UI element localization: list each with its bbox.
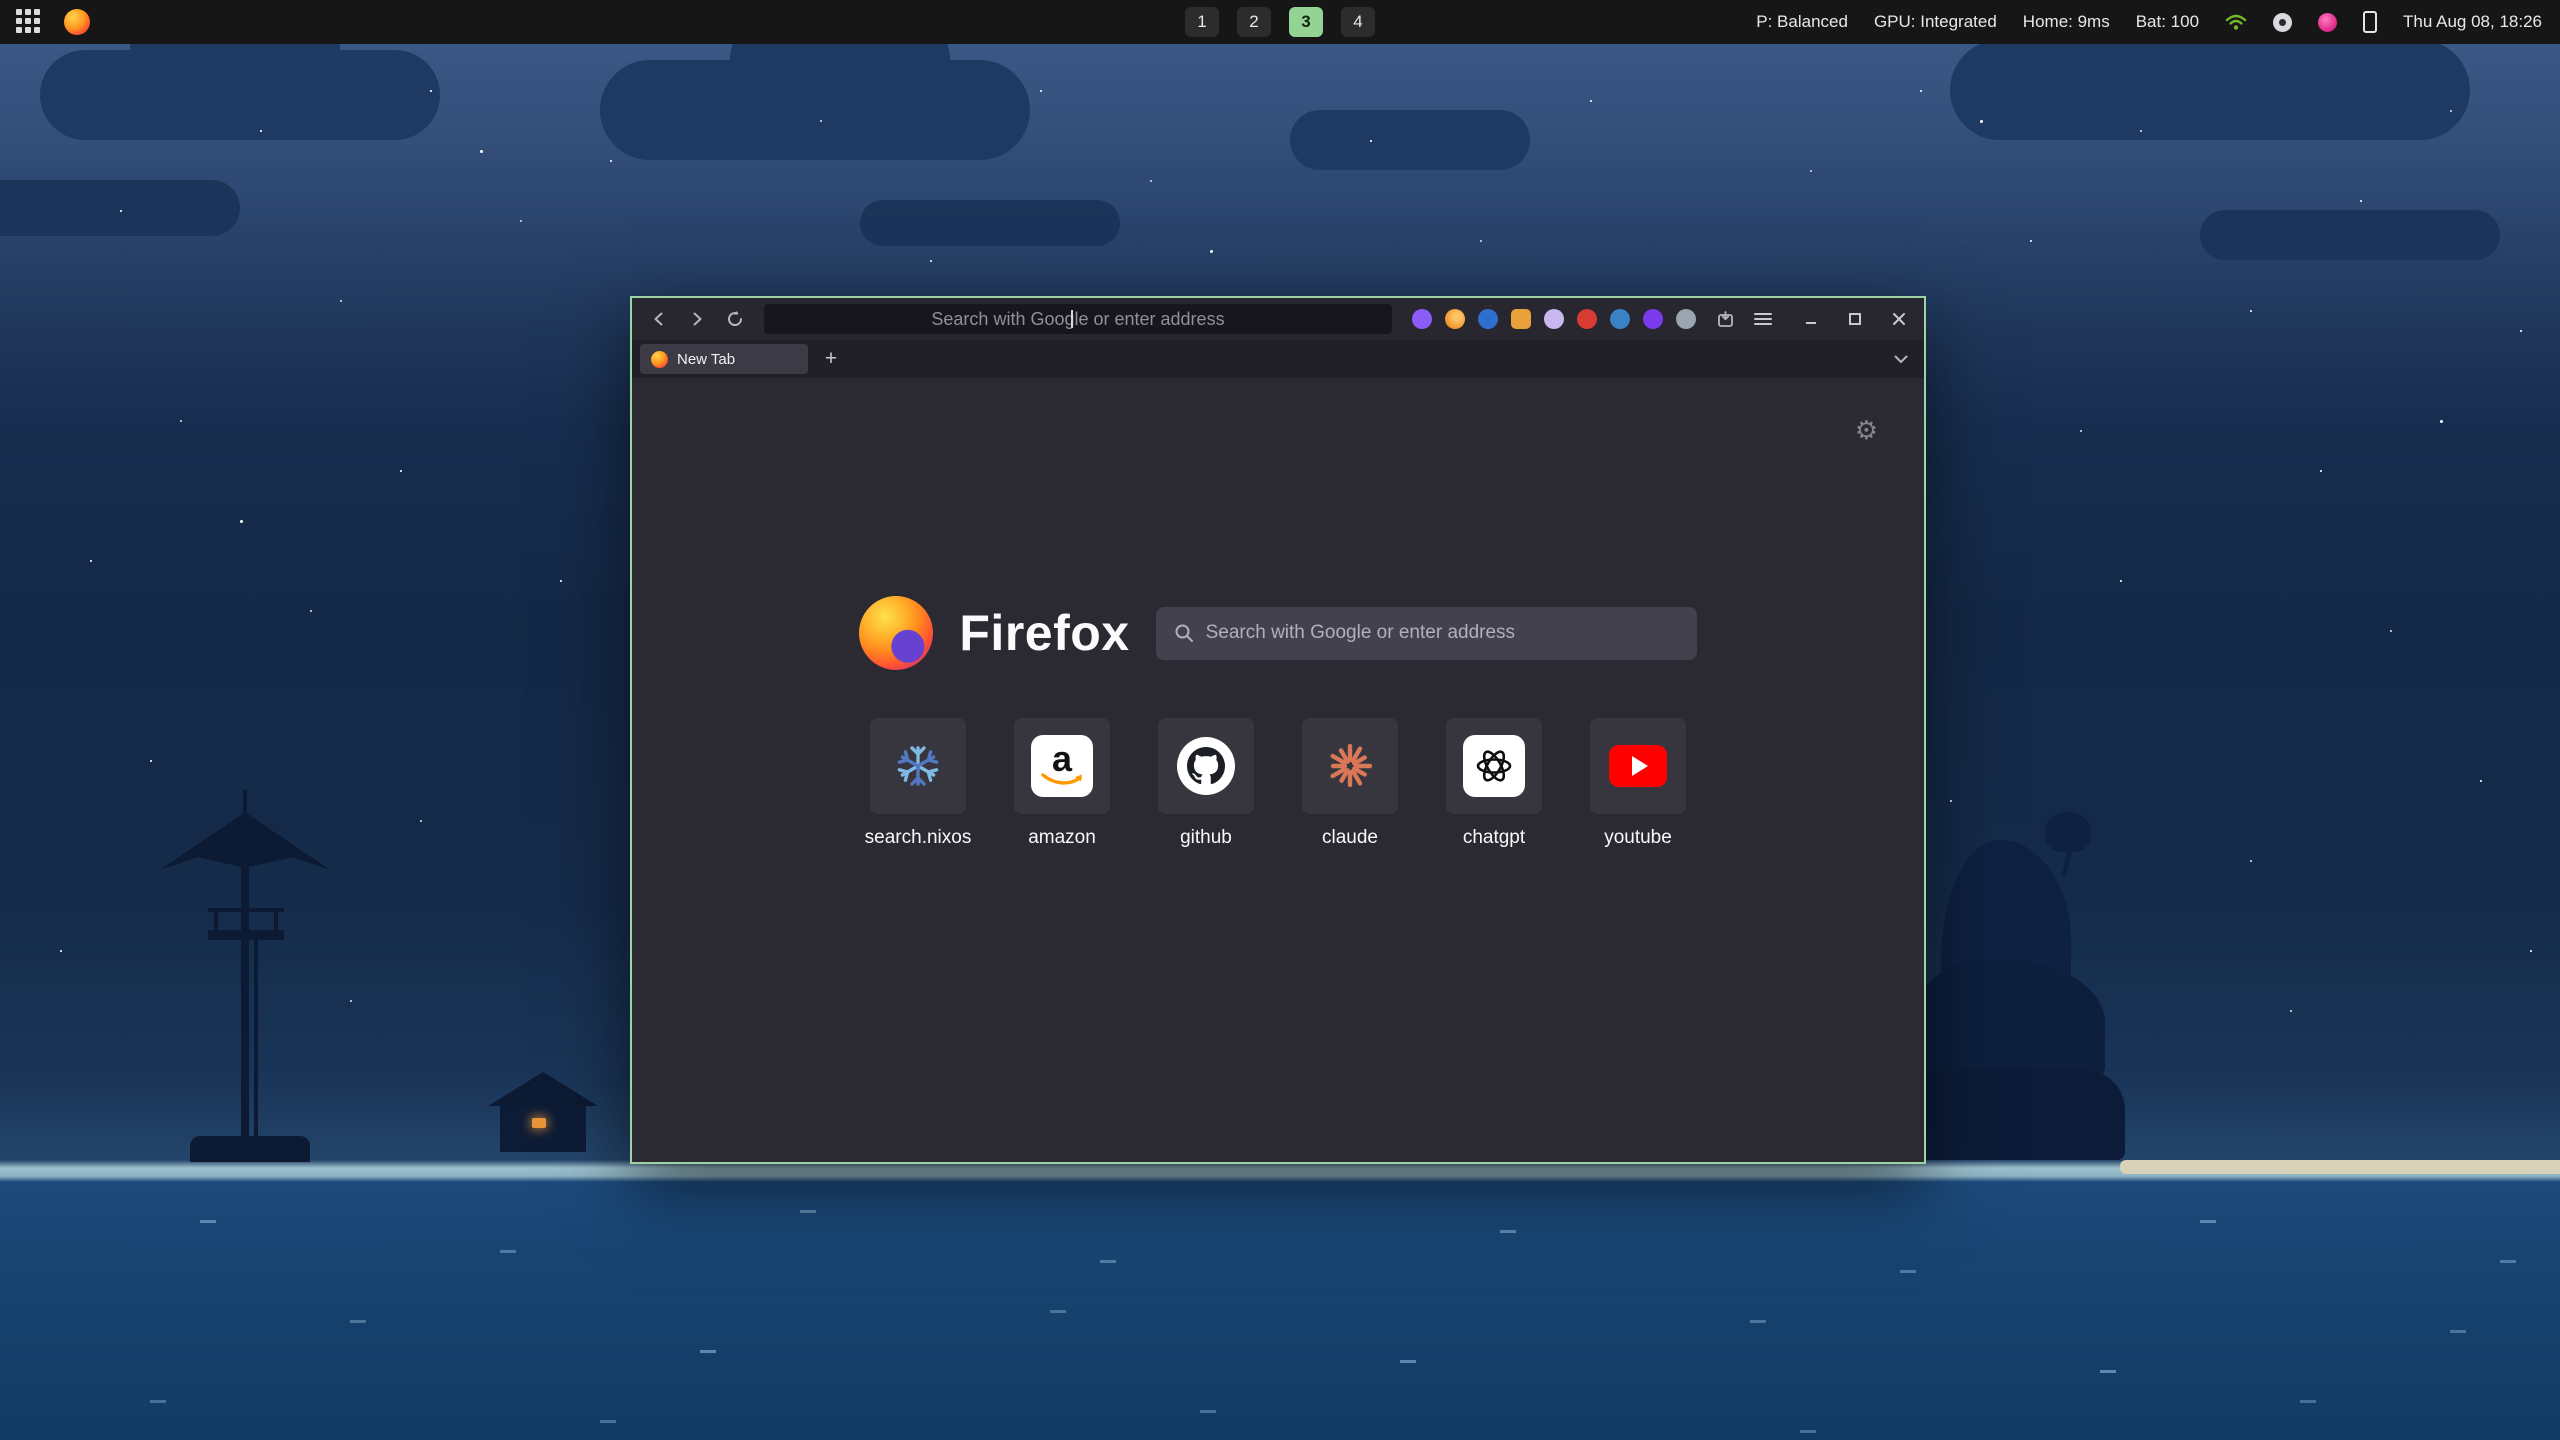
- reload-button[interactable]: [720, 304, 750, 334]
- wifi-icon[interactable]: [2225, 13, 2247, 31]
- latency-status: Home: 9ms: [2023, 12, 2110, 32]
- tile-label: search.nixos: [865, 827, 972, 849]
- close-button[interactable]: [1886, 306, 1912, 332]
- clock: Thu Aug 08, 18:26: [2403, 12, 2542, 32]
- navigation-toolbar: Search with Google or enter address: [632, 298, 1924, 340]
- extension-violet-icon[interactable]: [1643, 309, 1663, 329]
- newtab-search-input[interactable]: [1206, 622, 1679, 644]
- newtab-page: ⚙ Firefox: [632, 378, 1924, 1162]
- new-tab-button[interactable]: +: [816, 344, 846, 374]
- hut-lamp: [532, 1118, 546, 1128]
- shortcut-youtube[interactable]: youtube: [1590, 718, 1686, 849]
- hut-silhouette: [488, 1072, 598, 1152]
- claude-starburst-icon: [1325, 741, 1375, 791]
- amazon-icon: a: [1031, 735, 1093, 797]
- workspace-2[interactable]: 2: [1237, 7, 1271, 37]
- back-button[interactable]: [644, 304, 674, 334]
- tile-label: claude: [1322, 827, 1378, 849]
- chatgpt-knot-icon: [1463, 735, 1525, 797]
- cloud: [860, 200, 1120, 246]
- forward-button[interactable]: [682, 304, 712, 334]
- extension-lavender-icon[interactable]: [1544, 309, 1564, 329]
- cloud: [600, 60, 1030, 160]
- firefox-dock-icon[interactable]: [64, 9, 90, 35]
- cloud: [1950, 40, 2470, 140]
- firefox-favicon: [651, 351, 668, 368]
- address-bar[interactable]: Search with Google or enter address: [764, 304, 1392, 334]
- extension-toolbar: [1406, 309, 1702, 329]
- newtab-hero: Firefox: [632, 596, 1924, 670]
- list-all-tabs-chevron-icon[interactable]: [1886, 344, 1916, 374]
- tile-label: github: [1180, 827, 1232, 849]
- extension-purple-icon[interactable]: [1412, 309, 1432, 329]
- battery-status: Bat: 100: [2136, 12, 2199, 32]
- newtab-search-bar[interactable]: [1156, 607, 1697, 660]
- rock-island-silhouette: [1895, 840, 2125, 1160]
- shortcut-github[interactable]: github: [1158, 718, 1254, 849]
- cloud: [2200, 210, 2500, 260]
- tab-label: New Tab: [677, 351, 735, 368]
- shortcut-amazon[interactable]: a amazon: [1014, 718, 1110, 849]
- shortcut-claude[interactable]: claude: [1302, 718, 1398, 849]
- cloud: [40, 50, 440, 140]
- personalize-gear-icon[interactable]: ⚙: [1855, 416, 1878, 446]
- youtube-play-icon: [1609, 745, 1667, 787]
- firefox-wordmark: Firefox: [959, 604, 1129, 662]
- firefox-logo: [859, 596, 933, 670]
- tab-new-tab[interactable]: New Tab: [640, 344, 808, 374]
- text-caret: [1071, 310, 1073, 328]
- address-bar-placeholder: Search with Google or enter address: [931, 309, 1224, 330]
- cloud: [0, 180, 240, 236]
- cloud: [1290, 110, 1530, 170]
- app-launcher-button[interactable]: [16, 9, 42, 35]
- extension-red-icon[interactable]: [1577, 309, 1597, 329]
- search-icon: [1174, 623, 1194, 643]
- tile-label: amazon: [1028, 827, 1096, 849]
- window-controls: [1786, 306, 1912, 332]
- top-bar: 1 2 3 4 P: Balanced GPU: Integrated Home…: [0, 0, 2560, 44]
- power-profile-status: P: Balanced: [1756, 12, 1848, 32]
- workspace-switcher: 1 2 3 4: [1185, 7, 1375, 37]
- workspace-1[interactable]: 1: [1185, 7, 1219, 37]
- extension-gray-icon[interactable]: [1676, 309, 1696, 329]
- workspace-3-active[interactable]: 3: [1289, 7, 1323, 37]
- extension-blue-icon[interactable]: [1610, 309, 1630, 329]
- tab-bar: New Tab +: [632, 340, 1924, 378]
- tile-label: youtube: [1604, 827, 1672, 849]
- workspace-4[interactable]: 4: [1341, 7, 1375, 37]
- shortcut-tiles: search.nixos a amazon: [632, 718, 1924, 849]
- nixos-snowflake-icon: [894, 742, 942, 790]
- extension-orange-crescent-icon[interactable]: [1445, 309, 1465, 329]
- maximize-button[interactable]: [1842, 306, 1868, 332]
- gpu-status: GPU: Integrated: [1874, 12, 1997, 32]
- tile-label: chatgpt: [1463, 827, 1525, 849]
- tray-pink-icon[interactable]: [2318, 13, 2337, 32]
- tray-circle-icon[interactable]: [2273, 13, 2292, 32]
- extension-orange-square-icon[interactable]: [1511, 309, 1531, 329]
- github-octocat-icon: [1177, 737, 1235, 795]
- device-icon[interactable]: [2363, 11, 2377, 33]
- firefox-window: Search with Google or enter address: [630, 296, 1926, 1164]
- watchtower-silhouette: [150, 790, 410, 1160]
- shortcut-chatgpt[interactable]: chatgpt: [1446, 718, 1542, 849]
- extension-blue-shield-icon[interactable]: [1478, 309, 1498, 329]
- shortcut-search-nixos[interactable]: search.nixos: [870, 718, 966, 849]
- menu-hamburger-icon[interactable]: [1748, 304, 1778, 334]
- minimize-button[interactable]: [1798, 306, 1824, 332]
- save-page-icon[interactable]: [1710, 304, 1740, 334]
- shore-strip: [2120, 1160, 2560, 1174]
